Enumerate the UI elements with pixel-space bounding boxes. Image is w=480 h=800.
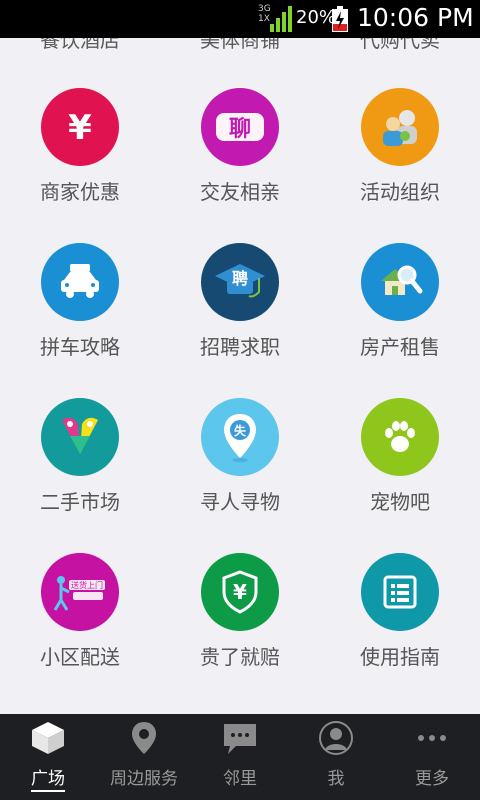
grid-item-lost-found[interactable]: 失 寻人寻物 [160, 398, 320, 548]
car-icon [41, 243, 119, 321]
grid-item-real-estate[interactable]: 房产租售 [320, 243, 480, 393]
svg-text:失: 失 [234, 423, 247, 438]
nav-label: 我 [327, 769, 345, 789]
nav-label: 广场 [31, 769, 65, 789]
network-type: 3G 1X [258, 4, 271, 24]
guide-icon [361, 553, 439, 631]
nav-tab-me[interactable]: 我 [288, 714, 384, 800]
grid-item-guide[interactable]: 使用指南 [320, 553, 480, 703]
paw-icon [361, 398, 439, 476]
group-icon [361, 88, 439, 166]
grid-label: 小区配送 [40, 645, 120, 669]
grid-label: 房产租售 [360, 335, 440, 359]
nav-tab-plaza[interactable]: 广场 [0, 714, 96, 800]
grid-label: 二手市场 [40, 490, 120, 514]
grid-label: 商家优惠 [40, 180, 120, 204]
map-pin-icon [132, 722, 156, 754]
chat-icon: 聊 [201, 88, 279, 166]
grid-label: 活动组织 [360, 180, 440, 204]
grid-label-partial[interactable]: 代购代卖 [320, 38, 480, 53]
bottom-navigation: 广场 周边服务 邻里 我 更多 [0, 714, 480, 800]
house-search-icon [361, 243, 439, 321]
grid-item-carpool[interactable]: 拼车攻略 [0, 243, 160, 393]
shield-yen-icon: ¥ [201, 553, 279, 631]
nav-label: 更多 [415, 769, 449, 789]
active-tab-indicator [31, 790, 65, 792]
nav-label: 邻里 [223, 769, 257, 789]
recruit-icon: 聘 [201, 243, 279, 321]
grid-item-delivery[interactable]: 送货上门 小区配送 [0, 553, 160, 703]
nav-label: 周边服务 [110, 769, 178, 789]
svg-text:¥: ¥ [233, 580, 247, 604]
chat-bubble-icon [224, 724, 256, 754]
grid-label: 寻人寻物 [200, 490, 280, 514]
grid-item-events[interactable]: 活动组织 [320, 88, 480, 238]
grid-label: 拼车攻略 [40, 335, 120, 359]
market-icon [41, 398, 119, 476]
svg-text:聊: 聊 [229, 117, 251, 142]
grid-item-second-hand[interactable]: 二手市场 [0, 398, 160, 548]
battery-percent: 20% [296, 7, 337, 28]
location-pin-icon: 失 [201, 398, 279, 476]
yen-icon: ¥ [41, 88, 119, 166]
grid-label-partial[interactable]: 餐饮酒店 [0, 38, 160, 53]
battery-charging-icon [332, 6, 348, 32]
grid-label: 招聘求职 [200, 335, 280, 359]
person-icon [319, 721, 353, 755]
clock: 10:06 PM [357, 3, 474, 32]
grid-label: 宠物吧 [370, 490, 430, 514]
more-dots-icon [418, 735, 446, 741]
grid-item-merchant-deals[interactable]: ¥ 商家优惠 [0, 88, 160, 238]
svg-text:送货上门: 送货上门 [71, 580, 103, 590]
network-label: 3G [258, 4, 271, 14]
nav-tab-neighbors[interactable]: 邻里 [192, 714, 288, 800]
status-bar: 3G 1X 20% 10:06 PM [0, 0, 480, 38]
service-grid: 餐饮酒店 美体商铺 代购代卖 ¥ 商家优惠 聊 交友相亲 活动组织 拼车攻略 聘… [0, 38, 480, 714]
grid-label: 交友相亲 [200, 180, 280, 204]
grid-label: 使用指南 [360, 645, 440, 669]
grid-item-jobs[interactable]: 聘 招聘求职 [160, 243, 320, 393]
grid-label-partial[interactable]: 美体商铺 [160, 38, 320, 53]
delivery-icon: 送货上门 [41, 553, 119, 631]
nav-tab-nearby[interactable]: 周边服务 [96, 714, 192, 800]
cube-icon [32, 722, 64, 754]
svg-text:¥: ¥ [68, 108, 92, 147]
grid-item-dating[interactable]: 聊 交友相亲 [160, 88, 320, 238]
network-label-2: 1X [258, 14, 270, 24]
partial-row: 餐饮酒店 美体商铺 代购代卖 [0, 38, 480, 52]
grid-item-compensation[interactable]: ¥ 贵了就赔 [160, 553, 320, 703]
grid-label: 贵了就赔 [200, 645, 280, 669]
signal-icon [270, 6, 292, 32]
svg-text:聘: 聘 [232, 269, 248, 288]
nav-tab-more[interactable]: 更多 [384, 714, 480, 800]
grid-item-pets[interactable]: 宠物吧 [320, 398, 480, 548]
